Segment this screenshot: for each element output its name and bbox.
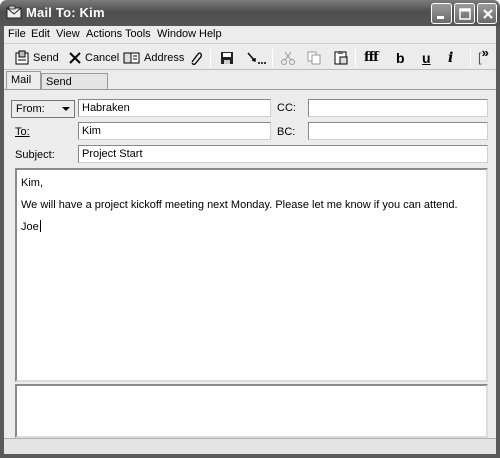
mail-window: Mail To: Kim File Edit View Actions Tool… <box>0 0 500 458</box>
underline-icon: u <box>422 49 431 66</box>
overflow-button[interactable]: [ » <box>478 45 489 67</box>
save-button[interactable] <box>219 48 235 67</box>
scissors-icon <box>281 51 295 65</box>
send-button[interactable]: Send <box>14 48 59 67</box>
menu-file[interactable]: File <box>8 28 26 40</box>
maximize-button[interactable] <box>454 3 475 24</box>
send-icon <box>15 50 29 64</box>
minimize-icon <box>437 16 444 19</box>
message-header: From: Habraken CC: To: Kim BC: Subject: … <box>4 89 496 167</box>
toolbar-separator <box>272 49 273 67</box>
client-area: File Edit View Actions Tools Window Help… <box>4 26 496 454</box>
send-label: Send <box>33 51 59 64</box>
cancel-label: Cancel <box>85 51 120 64</box>
cc-field[interactable] <box>308 99 488 117</box>
greeting-text: Kim, <box>21 177 43 189</box>
tab-mail[interactable]: Mail <box>6 71 41 90</box>
toolbar: Send Cancel Address fff b u i [» <box>4 43 496 70</box>
maximize-icon <box>459 8 471 20</box>
toolbar-separator <box>470 49 471 67</box>
overflow-chevron-icon: » <box>481 45 489 60</box>
title-bar[interactable]: Mail To: Kim <box>0 0 500 26</box>
paste-button[interactable] <box>333 48 349 67</box>
copy-icon <box>307 51 321 64</box>
bold-button[interactable]: b <box>396 48 405 67</box>
save-icon <box>221 51 233 64</box>
menu-tools[interactable]: Tools <box>125 28 151 40</box>
to-label: To: <box>15 126 30 138</box>
signature-button[interactable] <box>246 48 268 67</box>
address-button[interactable]: Address <box>123 48 184 67</box>
menu-actions[interactable]: Actions <box>86 28 122 40</box>
cc-label: CC: <box>277 102 296 114</box>
window-title: Mail To: Kim <box>26 5 105 20</box>
subject-label: Subject: <box>15 149 55 161</box>
from-button-label: From: <box>16 103 45 115</box>
cut-button[interactable] <box>280 48 296 67</box>
paperclip-icon <box>191 51 202 65</box>
attach-button[interactable] <box>187 48 203 67</box>
mail-app-icon <box>6 5 22 19</box>
cancel-button[interactable]: Cancel <box>68 48 119 67</box>
minimize-button[interactable] <box>431 3 452 24</box>
underline-button[interactable]: u <box>422 48 431 67</box>
to-field[interactable]: Kim <box>78 122 271 140</box>
toolbar-separator <box>210 49 211 67</box>
font-icon: fff <box>364 50 379 65</box>
tab-send-options[interactable]: Send Options <box>41 73 108 100</box>
signature-icon <box>247 52 266 64</box>
text-cursor <box>39 220 41 232</box>
menu-bar: File Edit View Actions Tools Window Help <box>4 26 496 42</box>
message-body[interactable]: Kim, We will have a project kickoff meet… <box>15 168 488 382</box>
attachment-pane[interactable] <box>15 384 488 438</box>
body-text: We will have a project kickoff meeting n… <box>21 199 458 211</box>
bc-field[interactable] <box>308 122 488 140</box>
menu-edit[interactable]: Edit <box>31 28 50 40</box>
from-field[interactable]: Habraken <box>78 99 271 117</box>
italic-button[interactable]: i <box>448 48 453 67</box>
italic-icon: i <box>448 49 454 66</box>
toolbar-separator <box>355 49 356 67</box>
address-book-icon <box>123 52 140 63</box>
menu-view[interactable]: View <box>56 28 80 40</box>
signature-text: Joe <box>21 221 39 233</box>
close-icon <box>483 9 493 19</box>
bc-label: BC: <box>277 126 296 138</box>
copy-button[interactable] <box>306 48 322 67</box>
bold-icon: b <box>396 49 405 66</box>
signature-line: Joe <box>21 220 41 233</box>
from-button[interactable]: From: <box>11 100 75 118</box>
menu-help[interactable]: Help <box>199 28 222 40</box>
tab-strip: Mail Send Options <box>4 71 496 100</box>
status-bar <box>4 438 496 454</box>
cancel-icon <box>69 51 81 64</box>
dropdown-arrow-icon <box>62 107 70 111</box>
menu-window[interactable]: Window <box>157 28 196 40</box>
paste-icon <box>334 50 348 64</box>
font-button[interactable]: fff <box>364 48 379 67</box>
address-label: Address <box>144 51 185 64</box>
subject-field[interactable]: Project Start <box>78 145 488 163</box>
close-button[interactable] <box>477 3 497 24</box>
